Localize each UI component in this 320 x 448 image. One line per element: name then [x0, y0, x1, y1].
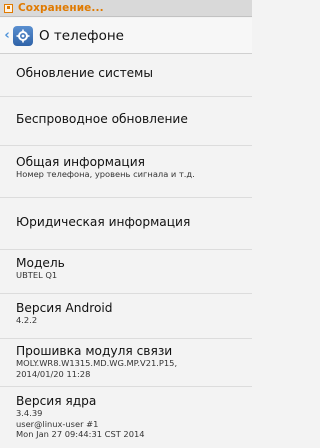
item-subtitle: 2014/01/20 11:28	[16, 368, 91, 379]
item-title: Версия ядра	[16, 394, 97, 408]
save-icon	[4, 3, 13, 13]
settings-icon	[13, 25, 33, 46]
list-item-wireless-update[interactable]: Беспроводное обновление	[0, 98, 252, 146]
item-subtitle: MOLY.WR8.W1315.MD.WG.MP.V21.P15,	[16, 358, 178, 368]
item-title: Юридическая информация	[16, 215, 191, 229]
item-title: Обновление системы	[16, 66, 154, 80]
list-item-legal-info[interactable]: Юридическая информация	[0, 199, 252, 250]
list-item-kernel-version[interactable]: Версия ядра 3.4.39 user@linux-user #1 Mo…	[0, 387, 252, 448]
item-title: Общая информация	[16, 155, 145, 169]
list-item-baseband-version[interactable]: Прошивка модуля связи MOLY.WR8.W1315.MD.…	[0, 339, 252, 387]
item-title: Версия Android	[16, 301, 113, 315]
page-title: О телефоне	[39, 27, 124, 44]
item-title: Модель	[16, 256, 65, 270]
item-title: Прошивка модуля связи	[16, 344, 173, 358]
item-subtitle: user@linux-user #1	[16, 418, 99, 429]
status-text: Сохранение...	[18, 2, 104, 14]
back-arrow-icon[interactable]: ‹	[2, 27, 12, 45]
item-title: Беспроводное обновление	[16, 112, 188, 126]
status-bar: Сохранение...	[0, 0, 252, 17]
list-item-system-update[interactable]: Обновление системы	[0, 54, 252, 97]
item-subtitle: Номер телефона, уровень сигнала и т.д.	[16, 169, 195, 179]
item-subtitle: 4.2.2	[16, 315, 38, 325]
item-subtitle: 3.4.39	[16, 408, 43, 418]
item-subtitle: UBTEL Q1	[16, 270, 58, 280]
item-subtitle: Mon Jan 27 09:44:31 CST 2014	[16, 429, 145, 439]
list-item-general-info[interactable]: Общая информация Номер телефона, уровень…	[0, 147, 252, 198]
list-item-model[interactable]: Модель UBTEL Q1	[0, 250, 252, 294]
action-bar[interactable]: ‹ О телефоне	[0, 18, 252, 54]
list-item-android-version[interactable]: Версия Android 4.2.2	[0, 294, 252, 339]
